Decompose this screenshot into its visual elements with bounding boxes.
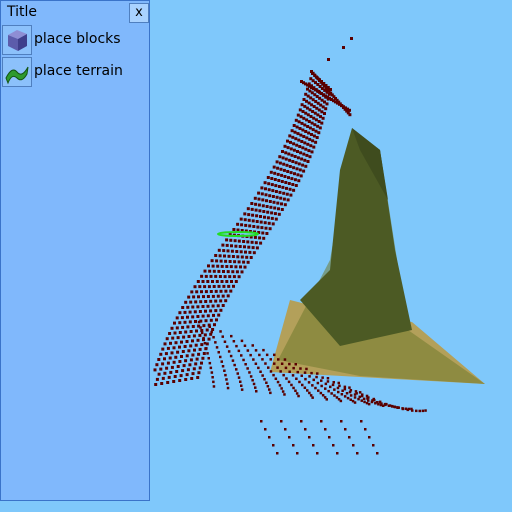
close-button[interactable]: x <box>129 3 149 23</box>
terrain-icon <box>2 57 32 87</box>
place-blocks-tool[interactable]: place blocks <box>1 25 149 57</box>
place-terrain-label: place terrain <box>34 63 123 79</box>
panel-title: Title <box>7 4 38 20</box>
block-icon <box>2 25 32 55</box>
place-blocks-label: place blocks <box>34 31 121 47</box>
tool-panel: Title x place blocks place terrain <box>0 0 150 501</box>
place-terrain-tool[interactable]: place terrain <box>1 57 149 89</box>
cursor-marker <box>217 231 259 237</box>
